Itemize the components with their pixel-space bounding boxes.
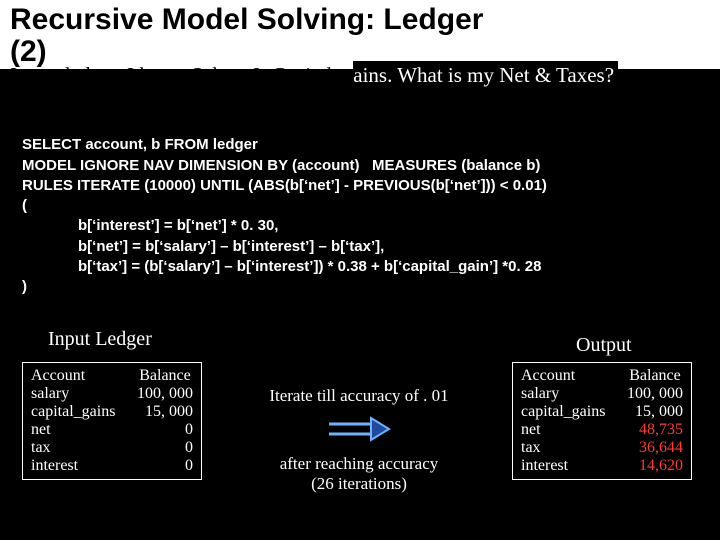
table-cell: 36,644 bbox=[627, 439, 683, 457]
slide-title-line1: Recursive Model Solving: Ledger bbox=[10, 4, 710, 36]
subtitle-rest: ledger, I know Salary & Capital_gains. W… bbox=[60, 61, 618, 89]
table-cell: 15, 000 bbox=[137, 403, 193, 421]
table-cell: 0 bbox=[137, 457, 193, 475]
table-cell: 0 bbox=[137, 421, 193, 439]
sql-r1: b[‘interest’] = b[‘net’] * 0. 30, bbox=[22, 216, 278, 236]
table-cell: tax bbox=[31, 439, 123, 457]
table-cell: capital_gains bbox=[521, 403, 613, 421]
table-cell: 100, 000 bbox=[627, 385, 683, 403]
table-col-header: Account bbox=[31, 367, 123, 385]
sql-l4: ( bbox=[22, 197, 27, 214]
sql-l2: MODEL IGNORE NAV DIMENSION BY (account) … bbox=[22, 157, 540, 174]
table-cell: salary bbox=[31, 385, 123, 403]
mid-line1: Iterate till accuracy of . 01 bbox=[232, 386, 486, 406]
table-cell: 14,620 bbox=[627, 457, 683, 475]
sql-l3: RULES ITERATE (10000) UNTIL (ABS(b[‘net’… bbox=[22, 177, 547, 194]
output-header: Output bbox=[576, 334, 632, 357]
table-cell: capital_gains bbox=[31, 403, 123, 421]
subtitle-prefix: In my bbox=[10, 63, 60, 87]
table-col-header: Balance bbox=[137, 367, 193, 385]
table-cell: 100, 000 bbox=[137, 385, 193, 403]
table-cell: interest bbox=[521, 457, 613, 475]
subtitle: In my ledger, I know Salary & Capital_ga… bbox=[10, 63, 618, 88]
table-cell: interest bbox=[31, 457, 123, 475]
sql-block: SELECT account, b FROM ledger MODEL IGNO… bbox=[22, 115, 698, 318]
sql-r3: b[‘tax’] = (b[‘salary’] – b[‘interest’])… bbox=[22, 257, 541, 277]
mid-line2: after reaching accuracy bbox=[232, 454, 486, 474]
sql-l5: ) bbox=[22, 278, 27, 295]
table-cell: net bbox=[31, 421, 123, 439]
table-col-header: Balance bbox=[627, 367, 683, 385]
sql-r2: b[‘net’] = b[‘salary’] – b[‘interest’] –… bbox=[22, 237, 384, 257]
table-cell: 48,735 bbox=[627, 421, 683, 439]
table-cell: salary bbox=[521, 385, 613, 403]
mid-line3: (26 iterations) bbox=[232, 474, 486, 494]
title-band: Recursive Model Solving: Ledger (2) bbox=[0, 0, 720, 69]
slide: Recursive Model Solving: Ledger (2) In m… bbox=[0, 0, 720, 540]
output-table: Accountsalarycapital_gainsnettaxinterest… bbox=[512, 362, 692, 480]
table-col-header: Account bbox=[521, 367, 613, 385]
table-cell: 0 bbox=[137, 439, 193, 457]
sql-l1: SELECT account, b FROM ledger bbox=[22, 136, 258, 153]
arrow-icon bbox=[327, 416, 391, 442]
table-cell: 15, 000 bbox=[627, 403, 683, 421]
input-header: Input Ledger bbox=[48, 328, 152, 351]
input-table: Accountsalarycapital_gainsnettaxinterest… bbox=[22, 362, 202, 480]
table-cell: net bbox=[521, 421, 613, 439]
mid-caption: Iterate till accuracy of . 01 after reac… bbox=[232, 386, 486, 494]
table-cell: tax bbox=[521, 439, 613, 457]
